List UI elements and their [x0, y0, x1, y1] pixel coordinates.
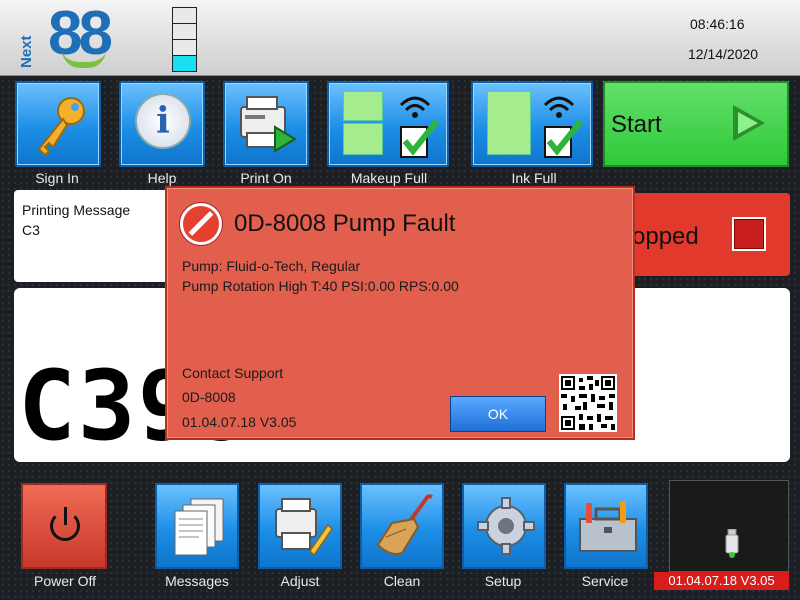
makeup-level-top: [343, 91, 383, 121]
print-on-button[interactable]: [223, 81, 309, 167]
print-on-label: Print On: [240, 170, 292, 186]
ink-full-label: Ink Full: [511, 170, 557, 186]
printer-status-panel[interactable]: opped: [620, 193, 790, 276]
fault-pump-details: Pump Rotation High T:40 PSI:0.00 RPS:0.0…: [182, 278, 459, 294]
documents-icon: [174, 498, 224, 556]
makeup-wifi-check-icon: [399, 96, 440, 158]
makeup-full-button[interactable]: [327, 81, 449, 167]
printer-pencil-icon: [275, 498, 333, 557]
fault-pump-info: Pump: Fluid-o-Tech, Regular: [182, 258, 361, 274]
makeup-level-bottom: [343, 123, 383, 155]
dialog-title: 0D-8008 Pump Fault: [234, 210, 456, 237]
broom-icon: [376, 494, 433, 555]
fault-version: 01.04.07.18 V3.05: [182, 414, 297, 430]
pump-fault-dialog: 0D-8008 Pump Fault Pump: Fluid-o-Tech, R…: [165, 186, 635, 440]
messages-label: Messages: [165, 573, 229, 589]
clock-date: 12/14/2020: [688, 46, 759, 62]
header-bar: Next 88 08:46:16 12/14/2020: [0, 0, 800, 76]
setup-button[interactable]: [462, 483, 546, 569]
adjust-button[interactable]: [258, 483, 342, 569]
next88-logo: Next 88: [18, 0, 130, 72]
ink-wifi-check-icon: [543, 96, 584, 158]
ink-level: [487, 91, 531, 155]
logo-word: Next: [18, 35, 35, 68]
key-icon: [37, 97, 85, 157]
clock-time: 08:46:16: [690, 16, 745, 32]
fluid-level-indicator: [172, 7, 197, 72]
ok-button[interactable]: OK: [450, 396, 546, 432]
gear-icon: [477, 497, 535, 555]
current-message-panel[interactable]: Printing Message C3: [14, 190, 174, 282]
printing-message-label: Printing Message: [22, 202, 131, 218]
power-off-label: Power Off: [34, 573, 96, 589]
stop-icon: [732, 217, 766, 251]
usb-drive-icon: [725, 529, 739, 558]
makeup-full-label: Makeup Full: [350, 170, 428, 186]
qr-code-icon: [559, 374, 617, 432]
power-icon-stem: [64, 507, 67, 525]
service-label: Service: [581, 573, 629, 589]
error-icon: [180, 203, 222, 245]
play-icon-highlight: [738, 112, 758, 134]
contact-support-text: Contact Support: [182, 365, 284, 381]
start-label: Start: [611, 111, 662, 138]
message-name: C3: [22, 222, 40, 238]
usb-status-panel: [669, 480, 789, 572]
service-button[interactable]: [564, 483, 648, 569]
ink-full-button[interactable]: [471, 81, 593, 167]
messages-button[interactable]: [155, 483, 239, 569]
printer-icon: [240, 96, 297, 153]
sign-in-button[interactable]: [15, 81, 101, 167]
status-text: opped: [632, 223, 699, 250]
toolbox-icon: [579, 501, 637, 552]
version-badge: 01.04.07.18 V3.05: [654, 572, 789, 590]
power-off-button[interactable]: [21, 483, 107, 569]
info-icon: i: [135, 93, 191, 149]
start-button[interactable]: Start: [603, 81, 789, 167]
clean-button[interactable]: [360, 483, 444, 569]
help-button[interactable]: i: [119, 81, 205, 167]
fault-code: 0D-8008: [182, 389, 236, 405]
